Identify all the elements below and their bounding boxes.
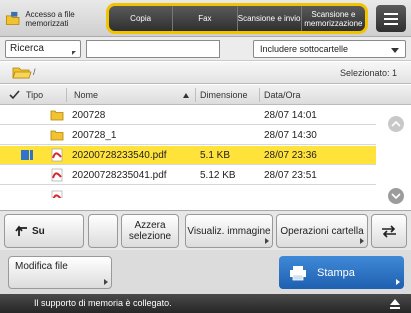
clear-selection-button[interactable]: Azzera selezione [121, 214, 179, 248]
search-mode-label: Ricerca [10, 43, 44, 54]
print-label: Stampa [317, 266, 355, 279]
column-name[interactable]: Nome [74, 90, 98, 100]
file-date: 28/07 23:36 [264, 150, 317, 161]
table-row[interactable]: 200728_1 28/07 14:30 [0, 126, 376, 145]
column-date[interactable]: Data/Ora [264, 90, 301, 100]
folder-icon [50, 130, 64, 141]
function-tabs: Copia Fax Scansione e invio Scansione e … [106, 3, 368, 34]
printer-icon [290, 265, 306, 280]
chevron-right-icon [72, 51, 76, 55]
table-row-partial[interactable] [0, 186, 376, 198]
chevron-down-icon [391, 193, 401, 199]
arrow-up-icon [15, 225, 27, 236]
chevron-down-icon [391, 48, 399, 53]
submenu-arrow-icon [104, 279, 108, 285]
column-type[interactable]: Tipo [26, 90, 43, 100]
search-row: Ricerca Includere sottocartelle [0, 37, 411, 61]
table-row-selected[interactable]: 20200728233540.pdf 5.1 KB 28/07 23:36 [0, 146, 376, 165]
submenu-arrow-icon [265, 238, 269, 244]
chevron-up-icon [391, 121, 401, 127]
scan-send-button[interactable]: Scansione e invio [238, 6, 302, 31]
submenu-arrow-icon [396, 279, 400, 285]
memory-access-icon [5, 11, 20, 25]
print-job-icon [21, 150, 33, 160]
edit-file-button[interactable]: Modifica file [8, 256, 112, 289]
view-image-label: Visualiz. immagine [187, 225, 271, 237]
swap-arrows-icon [382, 225, 396, 238]
table-row[interactable]: 200728 28/07 14:01 [0, 106, 376, 125]
path-row: / Selezionato: 1 [0, 62, 411, 84]
checkmark-icon [9, 90, 21, 102]
pdf-file-icon [51, 148, 63, 162]
folder-operations-label: Operazioni cartella [280, 225, 364, 237]
status-bar: Il supporto di memoria è collegato. [0, 294, 411, 313]
copy-button[interactable]: Copia [109, 6, 174, 31]
scroll-up-button[interactable] [388, 116, 404, 132]
file-name: 200728_1 [72, 130, 117, 141]
blank-button[interactable] [88, 214, 118, 248]
menu-icon [384, 12, 398, 15]
file-name: 200728 [72, 110, 106, 121]
memory-access-button[interactable]: Accesso a file memorizzati [4, 3, 100, 34]
status-message: Il supporto di memoria è collegato. [34, 298, 172, 308]
pdf-file-icon [51, 190, 63, 198]
lower-panel: Modifica file Stampa [0, 250, 411, 294]
eject-icon[interactable] [389, 298, 401, 310]
table-header: Tipo Nome Dimensione Data/Ora [0, 85, 411, 105]
selected-count: Selezionato: 1 [339, 68, 397, 78]
file-date: 28/07 23:51 [264, 170, 317, 181]
fax-button[interactable]: Fax [173, 6, 238, 31]
scroll-down-button[interactable] [388, 188, 404, 204]
pdf-file-icon [51, 168, 63, 182]
menu-button[interactable] [376, 5, 406, 32]
file-name: 20200728235041.pdf [72, 170, 167, 181]
file-date: 28/07 14:01 [264, 110, 317, 121]
include-subfolders-select[interactable]: Includere sottocartelle [253, 40, 406, 58]
top-toolbar: Accesso a file memorizzati Copia Fax Sca… [0, 0, 411, 37]
submenu-arrow-icon [360, 238, 364, 244]
file-size: 5.12 KB [200, 170, 236, 181]
table-row[interactable]: 20200728235041.pdf 5.12 KB 28/07 23:51 [0, 166, 376, 185]
scan-store-button[interactable]: Scansione e memorizzazione [302, 6, 365, 31]
file-size: 5.1 KB [200, 150, 231, 161]
include-subfolders-label: Includere sottocartelle [260, 44, 349, 54]
sort-ascending-icon [183, 93, 189, 98]
file-date: 28/07 14:30 [264, 130, 317, 141]
column-size[interactable]: Dimensione [200, 90, 248, 100]
print-button[interactable]: Stampa [279, 256, 404, 289]
clear-selection-label: Azzera selezione [128, 220, 172, 242]
up-folder-button[interactable]: Su [4, 214, 84, 248]
up-folder-label: Su [32, 225, 45, 237]
search-input[interactable] [86, 40, 220, 58]
folder-operations-button[interactable]: Operazioni cartella [276, 214, 368, 248]
switch-view-button[interactable] [371, 214, 407, 248]
view-image-button[interactable]: Visualiz. immagine [185, 214, 273, 248]
memory-access-label: Accesso a file memorizzati [25, 9, 75, 28]
edit-file-label: Modifica file [15, 261, 68, 272]
file-name: 20200728233540.pdf [72, 150, 167, 161]
search-mode-select[interactable]: Ricerca [5, 40, 81, 58]
folder-open-icon [12, 67, 32, 79]
action-button-row: Su Azzera selezione Visualiz. immagine O… [0, 210, 411, 250]
current-path: / [33, 67, 36, 77]
folder-icon [50, 110, 64, 121]
